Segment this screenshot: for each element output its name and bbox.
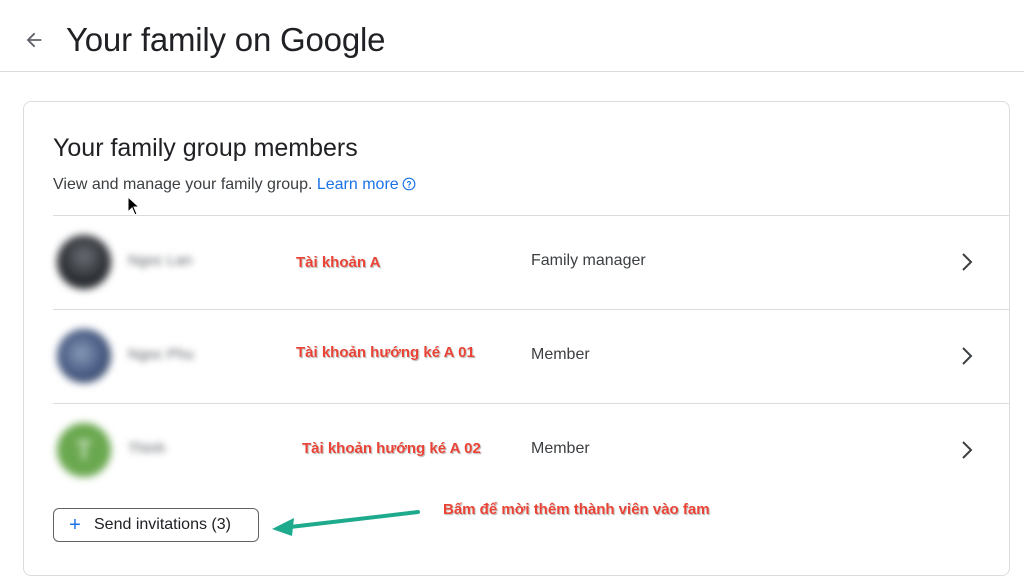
- avatar: [57, 235, 111, 289]
- annotation-label: Tài khoản hướng ké A 02: [302, 440, 481, 457]
- description-text: View and manage your family group.: [53, 176, 313, 193]
- plus-icon: +: [69, 514, 81, 536]
- invite-annotation-label: Bấm để mời thêm thành viên vào fam: [443, 501, 710, 518]
- member-name: Thinh: [128, 440, 166, 457]
- send-invitations-label: Send invitations (3): [94, 516, 231, 533]
- annotation-label: Tài khoản hướng ké A 01: [296, 344, 475, 361]
- member-name: Ngoc Lan: [128, 252, 193, 269]
- annotation-label: Tài khoản A: [296, 254, 381, 271]
- arrow-back-icon: [26, 32, 42, 48]
- help-circle-icon[interactable]: [402, 177, 416, 191]
- avatar: T: [57, 423, 111, 477]
- card-description: View and manage your family group. Learn…: [53, 174, 416, 196]
- chevron-right-icon: [962, 347, 973, 365]
- avatar: [57, 329, 111, 383]
- annotation-arrow-icon: [272, 510, 420, 536]
- learn-more-link[interactable]: Learn more: [317, 176, 399, 193]
- mouse-cursor-icon: [127, 196, 141, 216]
- member-role: Member: [531, 440, 590, 457]
- chevron-right-icon: [962, 253, 973, 271]
- page-title: Your family on Google: [66, 21, 386, 58]
- member-row[interactable]: Ngoc Lan Tài khoản A Family manager: [53, 215, 1009, 309]
- avatar-letter: T: [76, 435, 92, 465]
- back-button[interactable]: [18, 24, 50, 56]
- member-role: Family manager: [531, 252, 646, 269]
- member-row[interactable]: Ngoc Phu Tài khoản hướng ké A 01 Member: [53, 309, 1009, 403]
- member-list: Ngoc Lan Tài khoản A Family manager Ngoc…: [53, 215, 1009, 497]
- send-invitations-button[interactable]: + Send invitations (3): [53, 508, 259, 542]
- member-name: Ngoc Phu: [128, 346, 194, 363]
- member-role: Member: [531, 346, 590, 363]
- card-title: Your family group members: [53, 134, 358, 162]
- member-row[interactable]: T Thinh Tài khoản hướng ké A 02 Member: [53, 403, 1009, 497]
- chevron-right-icon: [962, 441, 973, 459]
- top-bar: Your family on Google: [0, 0, 1024, 72]
